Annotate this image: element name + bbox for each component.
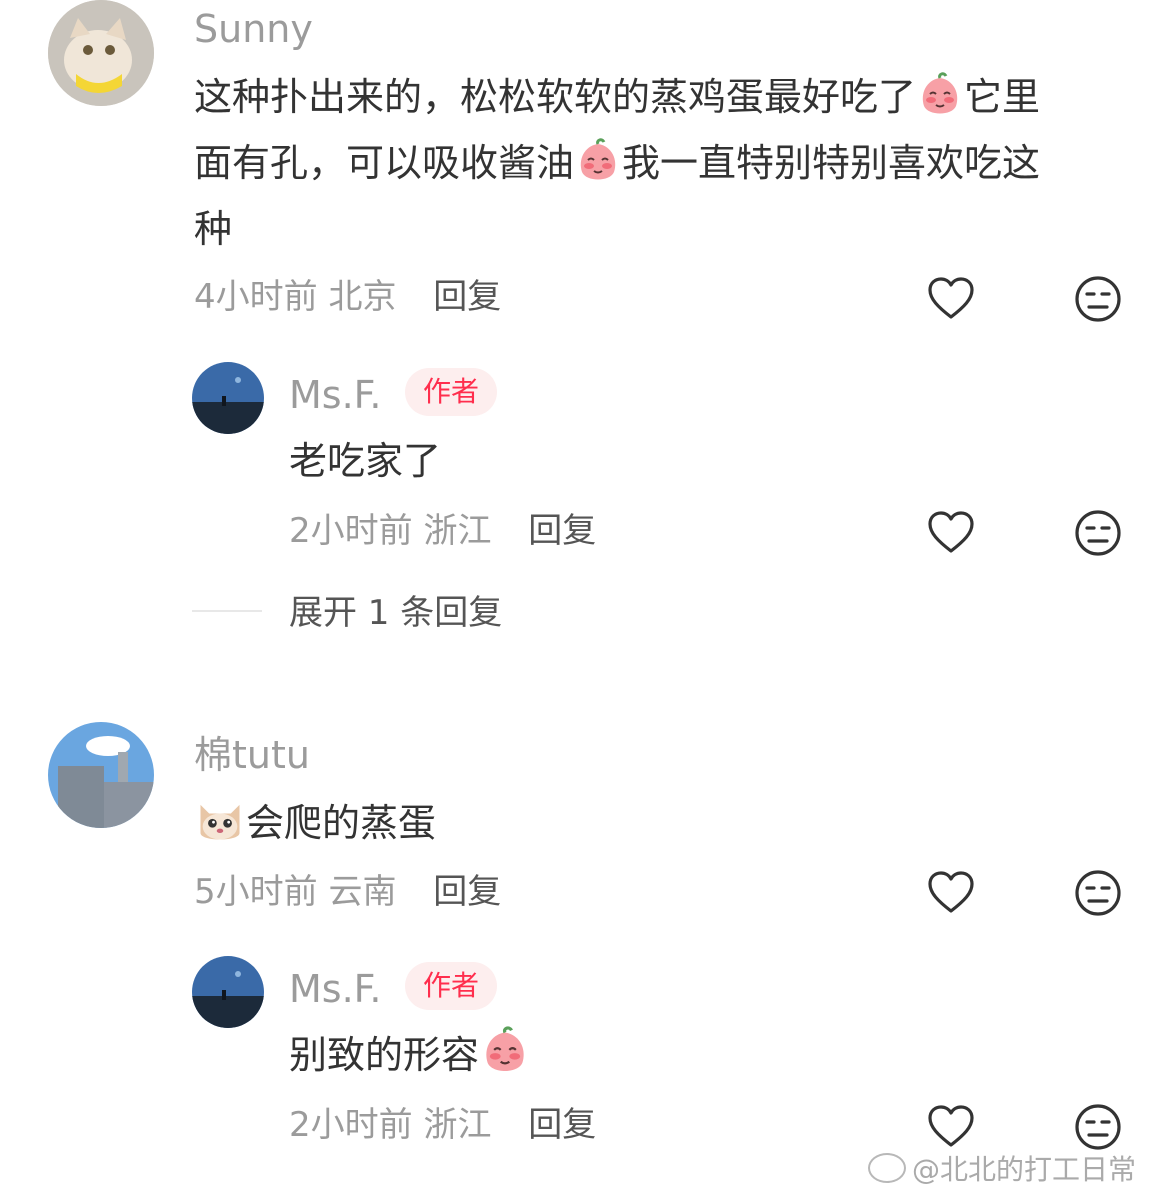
avatar[interactable] bbox=[48, 0, 154, 106]
author-badge: 作者 bbox=[405, 962, 498, 1010]
username[interactable]: Sunny bbox=[194, 10, 313, 48]
avatar[interactable] bbox=[192, 362, 264, 434]
night-sky-avatar-icon bbox=[192, 362, 264, 434]
peach-shy-emoji-icon bbox=[479, 1026, 531, 1078]
watermark: @北北的打工日常 bbox=[868, 1148, 1136, 1188]
like-heart-icon[interactable] bbox=[926, 508, 976, 558]
comment-text-part: 它里 bbox=[964, 75, 1041, 119]
avatar[interactable] bbox=[48, 722, 154, 828]
author-badge: 作者 bbox=[405, 368, 498, 416]
reply-meta: 2小时前 浙江 回复 bbox=[289, 1108, 596, 1142]
dislike-face-icon[interactable] bbox=[1073, 1102, 1123, 1152]
weibo-logo-icon bbox=[868, 1153, 906, 1183]
comment-text-part: 面有孔，可以吸收酱油 bbox=[194, 141, 575, 185]
reply-text-part: 别致的形容 bbox=[289, 1033, 480, 1077]
reply-button[interactable]: 回复 bbox=[528, 1105, 596, 1145]
reply-text: 老吃家了 bbox=[289, 439, 442, 483]
reply-button[interactable]: 回复 bbox=[433, 872, 501, 912]
comment-text-part: 种 bbox=[194, 207, 233, 251]
watermark-text: @北北的打工日常 bbox=[912, 1153, 1137, 1186]
reply-button[interactable]: 回复 bbox=[433, 277, 501, 317]
comment-text-part: 我一直特别特别喜欢吃这 bbox=[622, 141, 1041, 185]
dislike-face-icon[interactable] bbox=[1073, 868, 1123, 918]
comment-location: 云南 bbox=[328, 872, 397, 912]
night-sky-avatar-icon bbox=[192, 956, 264, 1028]
expand-replies-button[interactable]: 展开 1 条回复 bbox=[289, 596, 502, 630]
comment-text-part: 这种扑出来的，松松软软的蒸鸡蛋最好吃了 bbox=[194, 75, 917, 119]
comment-text-part: 会爬的蒸蛋 bbox=[246, 801, 437, 845]
username[interactable]: Ms.F. bbox=[289, 376, 382, 414]
comment-location: 北京 bbox=[328, 277, 397, 317]
dislike-face-icon[interactable] bbox=[1073, 274, 1123, 324]
cat-face-emoji-icon bbox=[194, 794, 246, 846]
avatar[interactable] bbox=[192, 956, 264, 1028]
cat-avatar-icon bbox=[48, 0, 154, 106]
reply-location: 浙江 bbox=[423, 511, 492, 551]
building-sky-avatar-icon bbox=[48, 722, 154, 828]
comment-time: 4小时前 bbox=[194, 277, 318, 317]
reply-meta: 2小时前 浙江 回复 bbox=[289, 514, 596, 548]
comment-meta: 5小时前 云南 回复 bbox=[194, 875, 501, 909]
reply-text: 别致的形容 bbox=[289, 1022, 531, 1088]
peach-blush-emoji-icon bbox=[916, 72, 964, 120]
dislike-face-icon[interactable] bbox=[1073, 508, 1123, 558]
comment-time: 5小时前 bbox=[194, 872, 318, 912]
username[interactable]: Ms.F. bbox=[289, 970, 382, 1008]
reply-time: 2小时前 bbox=[289, 1105, 413, 1145]
expand-divider bbox=[192, 610, 262, 612]
like-heart-icon[interactable] bbox=[926, 868, 976, 918]
comment-meta: 4小时前 北京 回复 bbox=[194, 280, 501, 314]
like-heart-icon[interactable] bbox=[926, 1102, 976, 1152]
comment-text: 这种扑出来的，松松软软的蒸鸡蛋最好吃了 它里 面有孔，可以吸收酱油 我一直特别特别喜… bbox=[194, 64, 1134, 262]
username[interactable]: 棉tutu bbox=[194, 736, 310, 774]
like-heart-icon[interactable] bbox=[926, 274, 976, 324]
comment-text: 会爬的蒸蛋 bbox=[194, 790, 436, 856]
reply-time: 2小时前 bbox=[289, 511, 413, 551]
peach-blush-emoji-icon bbox=[574, 138, 622, 186]
reply-button[interactable]: 回复 bbox=[528, 511, 596, 551]
reply-location: 浙江 bbox=[423, 1105, 492, 1145]
